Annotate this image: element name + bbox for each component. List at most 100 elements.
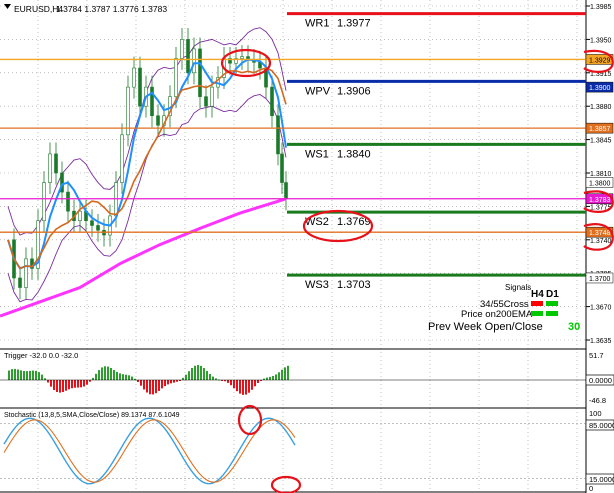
candle-body <box>132 67 136 88</box>
candle-body <box>54 153 58 174</box>
trigger-bar <box>17 369 19 380</box>
chart-background <box>0 0 614 493</box>
trigger-bar <box>248 380 250 393</box>
level-name-ws3: WS3 <box>305 279 329 291</box>
candle-body <box>192 48 196 74</box>
trigger-bar <box>116 371 118 380</box>
trigger-bar <box>26 371 28 380</box>
stochastic-tick-100: 100 <box>589 409 602 418</box>
signals-tf-d1: D1 <box>546 289 559 300</box>
trigger-bar <box>227 380 229 383</box>
trigger-bar <box>257 380 259 383</box>
candle-body <box>24 258 28 288</box>
trigger-bar <box>77 380 79 388</box>
candle-body <box>198 48 202 97</box>
trigger-bar <box>236 380 238 392</box>
candle-body <box>120 134 124 183</box>
trigger-bar <box>155 380 157 394</box>
level-name-wr1: WR1 <box>305 18 329 30</box>
trigger-bar <box>146 380 148 393</box>
trigger-bar <box>35 370 37 380</box>
level-name-wpv: WPV <box>305 85 331 97</box>
candle-body <box>174 58 178 97</box>
candle-body <box>280 153 284 183</box>
trigger-bar <box>230 380 232 386</box>
trigger-bar <box>95 373 97 380</box>
trigger-bar <box>122 374 124 380</box>
trigger-label: Trigger -32.0 0.0 -32.0 <box>4 351 78 360</box>
level-value-ws1: 1.3840 <box>337 148 371 160</box>
candle-body <box>186 39 190 74</box>
trigger-bar <box>41 374 43 380</box>
price-tag-label: 1.3900 <box>589 85 611 92</box>
signals-prevweek-value: 30 <box>568 321 580 333</box>
trigger-bar <box>131 376 133 380</box>
trigger-bar <box>20 370 22 380</box>
price-tag-label: 1.3800 <box>589 181 611 188</box>
trigger-bar <box>206 370 208 380</box>
candle-body <box>180 39 184 59</box>
trigger-bar <box>152 380 154 395</box>
signals-row-ema: Price on200EMA <box>461 309 533 320</box>
trigger-bar <box>161 380 163 389</box>
trigger-bar <box>200 365 202 380</box>
trigger-bar <box>203 368 205 380</box>
trigger-bar <box>245 380 247 395</box>
trigger-bar <box>188 371 190 380</box>
trigger-bar <box>266 377 268 380</box>
trigger-bar <box>275 374 277 380</box>
trigger-bar <box>251 380 253 390</box>
price-chart[interactable]: WR1 1.3977WPV 1.3906WS1 1.3840WS2 1.3769WS3 1… <box>0 0 614 493</box>
trigger-bar <box>254 380 256 387</box>
level-value-wr1: 1.3977 <box>337 18 371 30</box>
trigger-bar <box>101 367 103 380</box>
trigger-bar <box>62 380 64 393</box>
trigger-bar <box>86 380 88 385</box>
trigger-tick-zero: 0.0000 <box>589 376 612 385</box>
signal-cross-d1-indicator <box>546 301 558 306</box>
trigger-bar <box>287 365 289 380</box>
stochastic-label: Stochastic (13,8,5,SMA,Close/Close) 89.1… <box>4 412 180 419</box>
candle-body <box>48 153 52 183</box>
candle-body <box>42 182 46 222</box>
price-tick-label: 1.3810 <box>590 171 612 178</box>
candle-body <box>210 86 214 107</box>
price-tag-label: 1.3748 <box>589 230 611 237</box>
price-tick-label: 1.3950 <box>590 37 612 44</box>
trigger-bar <box>140 380 142 386</box>
trigger-bar <box>197 365 199 380</box>
trigger-tick-bottom: -46.8 <box>589 396 606 405</box>
trigger-bar <box>191 367 193 380</box>
price-tag-label: 1.3929 <box>589 57 611 64</box>
trigger-bar <box>11 369 13 380</box>
price-tick-label: 1.3740 <box>590 238 612 245</box>
price-tag-label: 1.3700 <box>589 276 611 283</box>
candle-body <box>66 191 70 212</box>
ohlc-values: 1.3784 1.3787 1.3776 1.3783 <box>56 4 167 14</box>
trigger-bar <box>71 380 73 389</box>
price-tick-label: 1.3670 <box>590 305 612 312</box>
trigger-bar <box>107 366 109 380</box>
trigger-bar <box>110 368 112 380</box>
candle-body <box>96 225 100 231</box>
trigger-bar <box>233 380 235 389</box>
trigger-bar <box>53 380 55 390</box>
trigger-bar <box>158 380 160 391</box>
trigger-bar <box>242 380 244 395</box>
price-tick-label: 1.3845 <box>590 138 612 145</box>
trigger-bar <box>209 374 211 380</box>
price-tag-label: 1.3783 <box>589 197 611 204</box>
price-tag-label: 1.3857 <box>589 126 611 133</box>
candle-body <box>78 210 82 222</box>
trigger-bar <box>278 372 280 380</box>
trigger-bar <box>38 372 40 380</box>
candle-body <box>18 277 22 288</box>
trigger-bar <box>65 380 67 391</box>
trigger-bar <box>29 370 31 380</box>
trigger-bar <box>173 380 175 383</box>
level-value-ws3: 1.3703 <box>337 279 371 291</box>
trigger-bar <box>185 374 187 380</box>
trigger-bar <box>149 380 151 395</box>
candle-body <box>270 86 274 117</box>
price-tick-label: 1.3635 <box>590 338 612 345</box>
